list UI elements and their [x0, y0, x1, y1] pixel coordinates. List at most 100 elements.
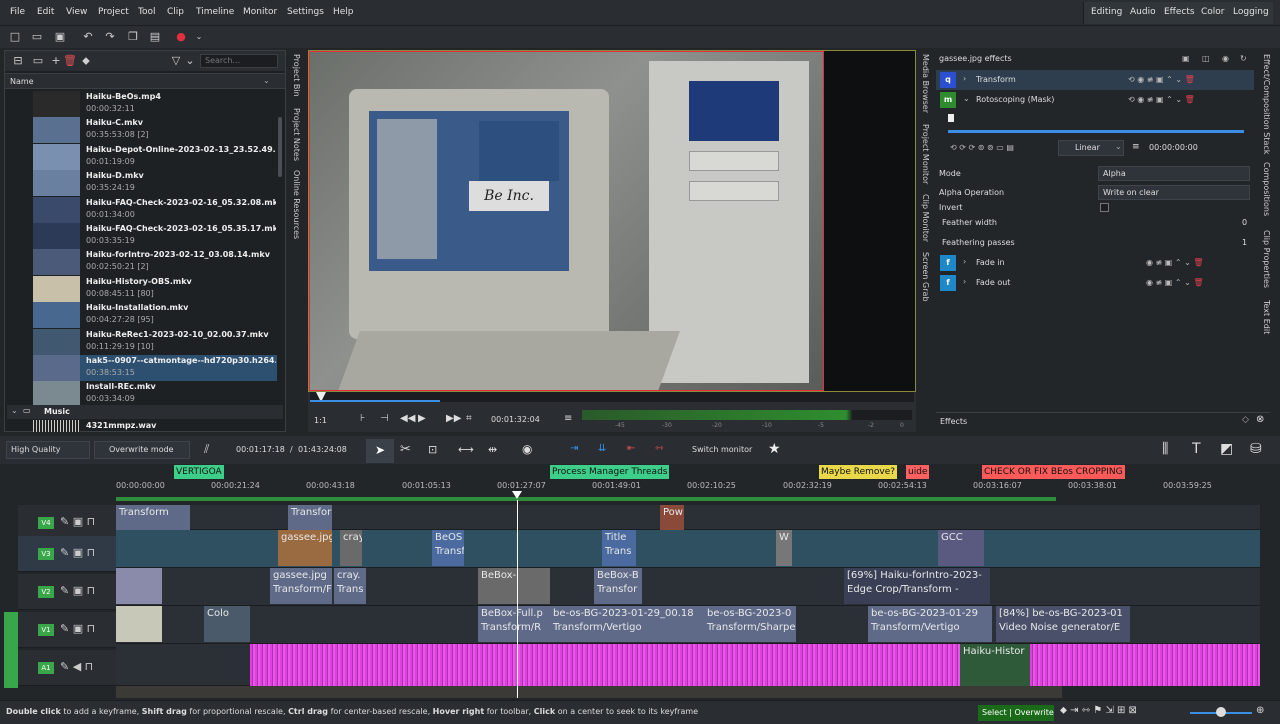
timeline-clip[interactable]: [84%] be-os-BG-2023-01 Video Noise genera…	[996, 606, 1130, 642]
fast-forward-icon[interactable]: ▶▶	[446, 413, 461, 424]
timeline-position[interactable]: 00:01:17:18	[236, 445, 285, 454]
effect-toolbar-icons[interactable]: ◉ ≢ ▣ ⌃ ⌄ 🗑	[1146, 278, 1204, 287]
chevron-right-icon[interactable]: ›	[963, 74, 966, 83]
monitor-timeline[interactable]	[310, 392, 914, 402]
mode-select[interactable]: Alpha	[1098, 166, 1250, 181]
zoom-slider-handle[interactable]	[1216, 707, 1226, 717]
menu-icon[interactable]: ≡	[1132, 142, 1140, 152]
list-item[interactable]: Haiku-forIntro-2023-02-12_03.08.14.mkv 00…	[33, 249, 277, 276]
timeline-clip[interactable]: be-os-BG-2023-01-29_00.18 Transform/Verti…	[550, 606, 704, 642]
timeline-clip[interactable]: BeBox-	[478, 568, 550, 604]
chevron-right-icon[interactable]: ›	[963, 277, 966, 286]
timeline-ruler[interactable]: 00:00:00:00 00:00:21:24 00:00:43:18 00:0…	[116, 479, 1260, 503]
reset-icon[interactable]: ↻	[1240, 54, 1247, 63]
open-icon[interactable]: ▭	[30, 30, 44, 44]
diamond-icon[interactable]: ◇	[1242, 415, 1249, 425]
menu-clip[interactable]: Clip	[167, 7, 184, 17]
list-item[interactable]: Haiku-FAQ-Check-2023-02-16_05.32.08.mkv 0…	[33, 196, 277, 223]
edit-mode-select[interactable]: Overwrite mode	[94, 441, 190, 459]
multicam-icon[interactable]: ◉	[522, 442, 532, 456]
effects-label[interactable]: Effects	[940, 417, 967, 426]
timeline-clip[interactable]: Title Trans	[602, 530, 636, 566]
track-header-v1[interactable]: V1 ✎ ▣ ⊓	[18, 612, 116, 648]
menu-settings[interactable]: Settings	[287, 7, 324, 17]
tab-effect-stack[interactable]: Effect/Composition Stack	[1262, 54, 1271, 154]
tab-media-browser[interactable]: Media Browser	[921, 54, 930, 113]
tab-online-resources[interactable]: Online Resources	[292, 170, 301, 239]
undo-icon[interactable]: ↶	[81, 30, 95, 44]
guide-marker[interactable]: Process Manager Threads	[550, 465, 670, 479]
invert-checkbox[interactable]	[1100, 203, 1109, 212]
zoom-select[interactable]: 1:1	[314, 416, 327, 425]
list-item[interactable]: Haiku-C.mkv 00:35:53:08 [2]	[33, 117, 277, 144]
crop-frame[interactable]	[309, 51, 824, 391]
list-item[interactable]: Haiku-FAQ-Check-2023-02-16_05.35.17.mkv 0…	[33, 223, 277, 249]
effect-row-fade-out[interactable]: f › Fade out ◉ ≢ ▣ ⌃ ⌄ 🗑	[936, 273, 1254, 293]
timeline-clip[interactable]: GCC	[938, 530, 984, 566]
list-item[interactable]: Haiku-Installation.mkv 00:04:27:28 [95]	[33, 302, 277, 329]
feathering-passes-value[interactable]: 1	[1242, 238, 1247, 247]
guide-marker[interactable]: Maybe Remove?	[819, 465, 898, 479]
add-folder-icon[interactable]: ▭	[31, 54, 45, 68]
database-icon[interactable]: ⛁	[1250, 441, 1262, 457]
bin-menu-icon[interactable]: ⊟	[11, 54, 25, 68]
list-item[interactable]: Haiku-ReRec1-2023-02-10_02.00.37.mkv 00:1…	[33, 328, 277, 355]
track-controls-icons[interactable]: ✎ ▣ ⊓	[60, 515, 95, 528]
track-controls-icons[interactable]: ✎ ◀ ⊓	[60, 660, 93, 673]
timeline-clip[interactable]: BeBox-Full.p Transform/R	[478, 606, 550, 642]
eye-icon[interactable]: ◉	[1222, 54, 1229, 63]
track-v2[interactable]: gassee.jpg Transform/F cray. Trans BeBox- …	[116, 568, 1260, 606]
track-v3[interactable]: gassee.jpg cray BeOS Transf Title Trans W …	[116, 530, 1260, 568]
target-indicator[interactable]	[4, 612, 18, 688]
filter-icon[interactable]: ▽	[169, 54, 183, 68]
workspace-logging[interactable]: Logging	[1233, 7, 1269, 17]
rewind-icon[interactable]: ◀◀	[400, 413, 415, 424]
effect-toolbar-icons[interactable]: ⟲ ◉ ≢ ▣ ⌃ ⌄ 🗑	[1128, 75, 1195, 84]
timeline-clip[interactable]: cray	[340, 530, 362, 566]
menu-help[interactable]: Help	[333, 7, 354, 17]
timeline-clip[interactable]: gassee.jpg	[278, 530, 332, 566]
effect-toolbar-icons[interactable]: ⟲ ◉ ≢ ▣ ⌃ ⌄ 🗑	[1128, 95, 1195, 104]
timeline-clip[interactable]: BeBox-B Transfor	[594, 568, 642, 604]
timeline-clip[interactable]: be-os-BG-2023-01-29 Transform/Vertigo	[868, 606, 992, 642]
play-icon[interactable]: ▶	[418, 413, 426, 424]
marker-in-icon[interactable]: ⊦	[360, 413, 365, 424]
mixer-icon[interactable]: ⫼	[1162, 441, 1168, 457]
marker-out-icon[interactable]: ⊣	[380, 413, 389, 424]
delete-icon[interactable]: 🗑	[63, 54, 77, 68]
guide-marker[interactable]: CHECK OR FIX BEos CROPPING	[982, 465, 1125, 479]
redo-icon[interactable]: ↷	[103, 30, 117, 44]
timeline-clip[interactable]: Haiku-Histor	[960, 644, 1030, 686]
guide-marker[interactable]: VERTIGOA	[174, 465, 224, 479]
track-controls-icons[interactable]: ✎ ▣ ⊓	[60, 622, 95, 635]
timeline-clip[interactable]	[116, 606, 162, 642]
workspace-color[interactable]: Color	[1201, 7, 1225, 17]
zoom-in-icon[interactable]: ⊕	[1256, 705, 1264, 716]
workspace-audio[interactable]: Audio	[1130, 7, 1156, 17]
list-item[interactable]: Haiku-BeOs.mp4 00:00:32:11	[33, 91, 277, 117]
timeline-clip[interactable]: cray. Trans	[334, 568, 366, 604]
list-item[interactable]: 4321mmpz.wav	[33, 420, 277, 432]
menu-project[interactable]: Project	[98, 7, 129, 17]
keyframe-marker[interactable]	[948, 114, 954, 122]
tab-screen-grab[interactable]: Screen Grab	[921, 252, 930, 302]
effect-row-fade-in[interactable]: f › Fade in ◉ ≢ ▣ ⌃ ⌄ 🗑	[936, 253, 1254, 273]
interpolation-select[interactable]: Linear ⌄	[1058, 140, 1124, 156]
split-icon[interactable]: ◫	[1202, 54, 1210, 63]
menu-tool[interactable]: Tool	[138, 7, 155, 17]
menu-file[interactable]: File	[10, 7, 25, 17]
keyframe-timeline[interactable]	[948, 114, 1244, 134]
select-tool-button[interactable]: ➤	[366, 439, 394, 463]
guide-marker[interactable]: uide	[906, 465, 930, 479]
chevron-down-icon[interactable]: ⌄	[963, 94, 970, 103]
copy-icon[interactable]: ❐	[126, 30, 140, 44]
chevron-down-icon[interactable]: ⌄	[192, 30, 206, 44]
new-icon[interactable]: □	[8, 30, 22, 44]
snap-icon[interactable]: ⫽	[204, 442, 209, 457]
slip-icon[interactable]: ⇹	[488, 443, 497, 456]
list-item[interactable]: Haiku-D.mkv 00:35:24:19	[33, 170, 277, 197]
timeline-clip[interactable]: gassee.jpg Transform/F	[270, 568, 332, 604]
menu-edit[interactable]: Edit	[37, 7, 54, 17]
track-a1[interactable]: Haiku-Histor	[116, 644, 1260, 686]
track-header-a1[interactable]: A1 ✎ ◀ ⊓	[18, 650, 116, 686]
